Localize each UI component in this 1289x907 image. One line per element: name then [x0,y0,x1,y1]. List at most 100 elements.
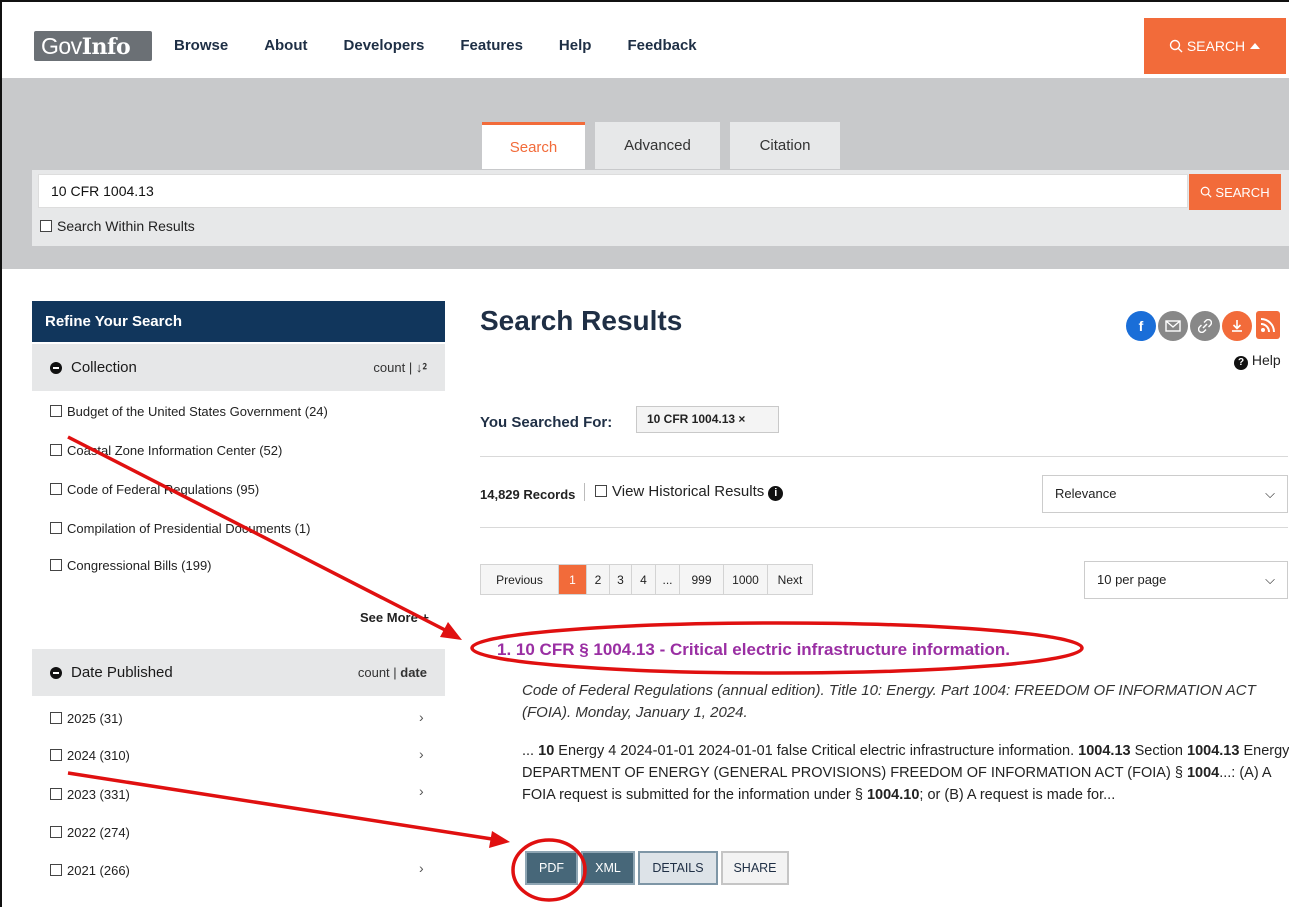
search-panel: Search Advanced Citation 10 CFR 1004.13 … [2,78,1289,269]
result-title: 10 CFR § 1004.13 - Critical electric inf… [515,640,1011,659]
page-999-button[interactable]: 999 [680,565,724,594]
rss-icon[interactable] [1256,311,1280,339]
chevron-right-icon[interactable]: › [419,860,424,876]
facet-date-item[interactable]: 2024 (310) [50,748,130,763]
page-3-button[interactable]: 3 [610,565,632,594]
sort-numeric-icon: ↓⁲ [415,360,427,375]
nav-developers[interactable]: Developers [344,37,425,54]
snippet-highlight: 10 [903,787,920,803]
details-button[interactable]: DETAILS [638,851,718,885]
facet-item-label: 2023 (331) [67,787,130,802]
tab-citation[interactable]: Citation [730,122,840,169]
collapse-icon [50,666,62,679]
snippet-highlight: 1004 [1186,765,1220,781]
help-link[interactable]: ? Help [1234,352,1281,370]
per-page-select[interactable]: 10 per page ⌵ [1084,561,1288,599]
facet-collection-item[interactable]: Congressional Bills (199) [50,558,212,573]
facet-item-label: Coastal Zone Information Center (52) [67,443,283,458]
facet-collection-item[interactable]: Budget of the United States Government (… [50,404,328,419]
records-count: 14,829 Records [480,487,576,502]
sort-select[interactable]: Relevance ⌵ [1042,475,1288,513]
snippet-highlight: 13 [1114,743,1131,759]
refine-header: Refine Your Search [32,301,445,342]
facet-collection-header[interactable]: Collection count | ↓⁲ [32,344,445,391]
checkbox-icon [50,788,62,800]
share-toolbar: f [1126,311,1280,341]
facet-item-label: 2024 (310) [67,748,130,763]
checkbox-icon [50,444,62,456]
facet-item-label: Congressional Bills (199) [67,558,212,573]
info-icon[interactable]: i [768,486,784,501]
tab-advanced[interactable]: Advanced [595,122,720,169]
share-button[interactable]: SHARE [721,851,789,885]
email-icon[interactable] [1158,311,1188,341]
nav-feedback[interactable]: Feedback [627,37,696,54]
snippet-text: Energy 4 2024-01-01 2024-01-01 false Cri… [554,743,1079,759]
sort-count-label: count | [357,665,401,680]
result-actions: PDF XML DETAILS SHARE [525,851,789,885]
chevron-down-icon: ⌵ [1265,572,1275,587]
nav-search-toggle-button[interactable]: SEARCH [1144,18,1286,74]
search-icon [1201,186,1212,198]
question-icon: ? [1234,356,1248,370]
search-within-results-checkbox[interactable]: Search Within Results [40,218,195,234]
page-1000-button[interactable]: 1000 [724,565,768,594]
view-historical-checkbox[interactable]: View Historical Results i [584,483,784,501]
snippet-highlight: 1004 [1078,743,1111,759]
facet-date-sort[interactable]: count | date [358,665,427,680]
facet-collection-item[interactable]: Coastal Zone Information Center (52) [50,443,282,458]
nav-help[interactable]: Help [559,37,592,54]
see-more-link[interactable]: See More + [360,610,429,625]
chevron-right-icon[interactable]: › [419,783,424,799]
page-2-button[interactable]: 2 [587,565,610,594]
sort-count-label: count | [373,360,416,375]
search-input[interactable]: 10 CFR 1004.13 [38,174,1188,208]
checkbox-icon [595,485,607,497]
result-title-link[interactable]: 1. 10 CFR § 1004.13 - Critical electric … [497,640,1010,660]
download-icon[interactable] [1222,311,1252,341]
top-nav: GovInfo Browse About Developers Features… [2,2,1289,78]
snippet-highlight: 13 [1223,743,1240,759]
facet-date-item[interactable]: 2025 (31) [50,711,123,726]
page-4-button[interactable]: 4 [632,565,656,594]
chevron-right-icon[interactable]: › [419,746,424,762]
result-snippet: ... 10 Energy 4 2024-01-01 2024-01-01 fa… [522,740,1289,806]
tab-search[interactable]: Search [482,122,585,169]
help-label: Help [1251,352,1281,368]
facet-collection-label: Collection [71,359,137,376]
main-nav: Browse About Developers Features Help Fe… [174,37,733,54]
page-1-button[interactable]: 1 [559,565,587,594]
divider [480,527,1288,528]
sort-date-label: date [400,665,427,680]
facet-item-label: Budget of the United States Government (… [67,404,328,419]
page-ellipsis: ... [656,565,680,594]
checkbox-icon [50,483,62,495]
facet-collection-item[interactable]: Code of Federal Regulations (95) [50,482,259,497]
page-next-button[interactable]: Next [768,565,812,594]
facet-collection-sort[interactable]: count | ↓⁲ [373,359,427,376]
govinfo-logo[interactable]: GovInfo [34,31,152,61]
search-submit-button[interactable]: SEARCH [1189,174,1281,210]
facet-date-header[interactable]: Date Published count | date [32,649,445,696]
checkbox-icon [50,749,62,761]
snippet-highlight: 1004 [866,787,900,803]
facet-date-item[interactable]: 2023 (331) [50,787,130,802]
sort-select-value: Relevance [1055,486,1117,501]
nav-about[interactable]: About [264,37,307,54]
facet-date-item[interactable]: 2022 (274) [50,825,130,840]
chevron-right-icon[interactable]: › [419,709,424,725]
facet-collection-item[interactable]: Compilation of Presidential Documents (1… [50,521,311,536]
facet-date-item[interactable]: 2021 (266) [50,863,130,878]
facet-item-label: Code of Federal Regulations (95) [67,482,260,497]
nav-browse[interactable]: Browse [174,37,228,54]
facebook-icon[interactable]: f [1126,311,1156,341]
page-previous-button[interactable]: Previous [481,565,559,594]
facet-date-label: Date Published [71,664,173,681]
checkbox-icon [50,559,62,571]
link-icon[interactable] [1190,311,1220,341]
pdf-button[interactable]: PDF [525,851,578,885]
nav-features[interactable]: Features [460,37,523,54]
xml-button[interactable]: XML [581,851,635,885]
per-page-value: 10 per page [1097,572,1167,587]
search-term-chip[interactable]: 10 CFR 1004.13 × [636,406,779,433]
